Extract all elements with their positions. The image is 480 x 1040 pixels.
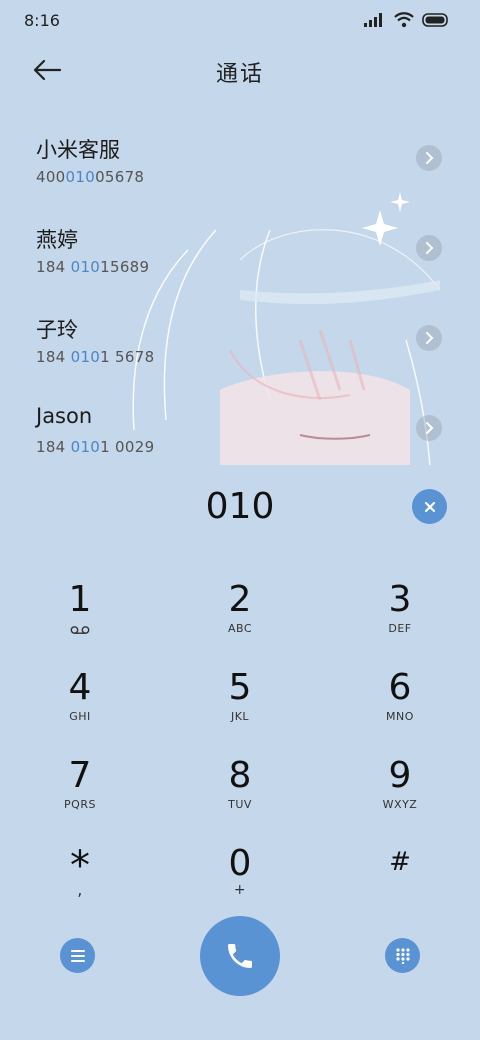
number-match: 010 [70, 258, 101, 276]
contact-detail-button[interactable] [416, 415, 442, 441]
chevron-right-icon [426, 152, 434, 164]
number-match: 010 [70, 438, 101, 456]
number-match: 010 [70, 348, 101, 366]
key-8[interactable]: 8 TUV [180, 756, 300, 836]
key-9[interactable]: 9 WXYZ [340, 756, 460, 836]
key-0[interactable]: 0 + [180, 844, 300, 924]
contact-detail-button[interactable] [416, 235, 442, 261]
contact-item[interactable]: 小米客服 40001005678 [0, 134, 480, 204]
key-6[interactable]: 6 MNO [340, 668, 460, 748]
key-digit: 5 [228, 667, 252, 708]
menu-icon [70, 949, 85, 962]
number-suffix: 05678 [95, 168, 145, 186]
contact-number: 184 01015689 [36, 258, 149, 276]
key-digit: 3 [388, 579, 412, 620]
dial-input-row: 010 [0, 484, 480, 530]
key-digit: 4 [68, 667, 92, 708]
signal-icon [364, 13, 382, 27]
key-letters: PQRS [64, 798, 96, 811]
key-3[interactable]: 3 DEF [340, 580, 460, 660]
key-letters: DEF [388, 622, 412, 635]
key-digit: 1 [68, 579, 92, 620]
contact-number: 40001005678 [36, 168, 144, 186]
wifi-icon [394, 12, 414, 28]
key-2[interactable]: 2 ABC [180, 580, 300, 660]
voicemail-icon [70, 626, 90, 634]
close-icon [424, 501, 435, 512]
number-prefix: 184 [36, 438, 71, 456]
contact-item[interactable]: Jason 184 0101 0029 [0, 404, 480, 474]
number-suffix: 1 5678 [100, 348, 155, 366]
key-star[interactable]: * , [20, 846, 140, 926]
key-letters: JKL [230, 710, 250, 723]
header: 通话 [0, 48, 480, 92]
key-letters: , [77, 880, 83, 899]
number-match: 010 [65, 168, 96, 186]
dial-input[interactable]: 010 [0, 486, 480, 527]
number-prefix: 400 [36, 168, 66, 186]
number-prefix: 184 [36, 258, 71, 276]
status-time: 8:16 [24, 11, 60, 30]
contact-number: 184 0101 0029 [36, 438, 154, 456]
key-letters: TUV [228, 798, 252, 811]
key-hash[interactable]: # [340, 846, 460, 926]
contact-number: 184 0101 5678 [36, 348, 154, 366]
number-prefix: 184 [36, 348, 71, 366]
dialer-screen: 8:16 通话 小米客服 40001005678 燕婷 184 01015689… [0, 0, 480, 1040]
battery-icon [422, 13, 448, 27]
contact-name: Jason [36, 404, 93, 428]
contact-item[interactable]: 燕婷 184 01015689 [0, 224, 480, 294]
key-1[interactable]: 1 [20, 580, 140, 660]
number-suffix: 15689 [100, 258, 150, 276]
key-digit: 6 [388, 667, 412, 708]
key-letters: ABC [227, 622, 253, 635]
dialpad-toggle-button[interactable] [385, 938, 420, 973]
key-digit: 0 [228, 843, 252, 884]
key-letters: WXYZ [382, 798, 418, 811]
contact-detail-button[interactable] [416, 145, 442, 171]
status-icons [364, 12, 450, 28]
clear-button[interactable] [412, 489, 447, 524]
chevron-right-icon [426, 332, 434, 344]
key-digit: 9 [388, 755, 412, 796]
key-digit: # [389, 847, 411, 877]
key-digit: 2 [228, 579, 252, 620]
dialpad-icon [395, 947, 410, 964]
page-title: 通话 [215, 62, 264, 87]
contact-name: 小米客服 [36, 138, 120, 162]
key-4[interactable]: 4 GHI [20, 668, 140, 748]
menu-button[interactable] [60, 938, 95, 973]
chevron-right-icon [426, 422, 434, 434]
key-letters: + [233, 882, 247, 898]
call-button[interactable] [200, 916, 280, 996]
contact-name: 燕婷 [36, 228, 78, 252]
key-letters: GHI [69, 710, 91, 723]
contact-item[interactable]: 子玲 184 0101 5678 [0, 314, 480, 384]
number-suffix: 1 0029 [100, 438, 155, 456]
chevron-right-icon [426, 242, 434, 254]
key-digit: 7 [68, 755, 92, 796]
key-5[interactable]: 5 JKL [180, 668, 300, 748]
key-letters: MNO [386, 710, 414, 723]
contact-name: 子玲 [36, 318, 78, 342]
status-bar: 8:16 [0, 0, 480, 40]
key-7[interactable]: 7 PQRS [20, 756, 140, 836]
key-digit: 8 [228, 755, 252, 796]
contact-detail-button[interactable] [416, 325, 442, 351]
phone-icon [228, 944, 252, 968]
